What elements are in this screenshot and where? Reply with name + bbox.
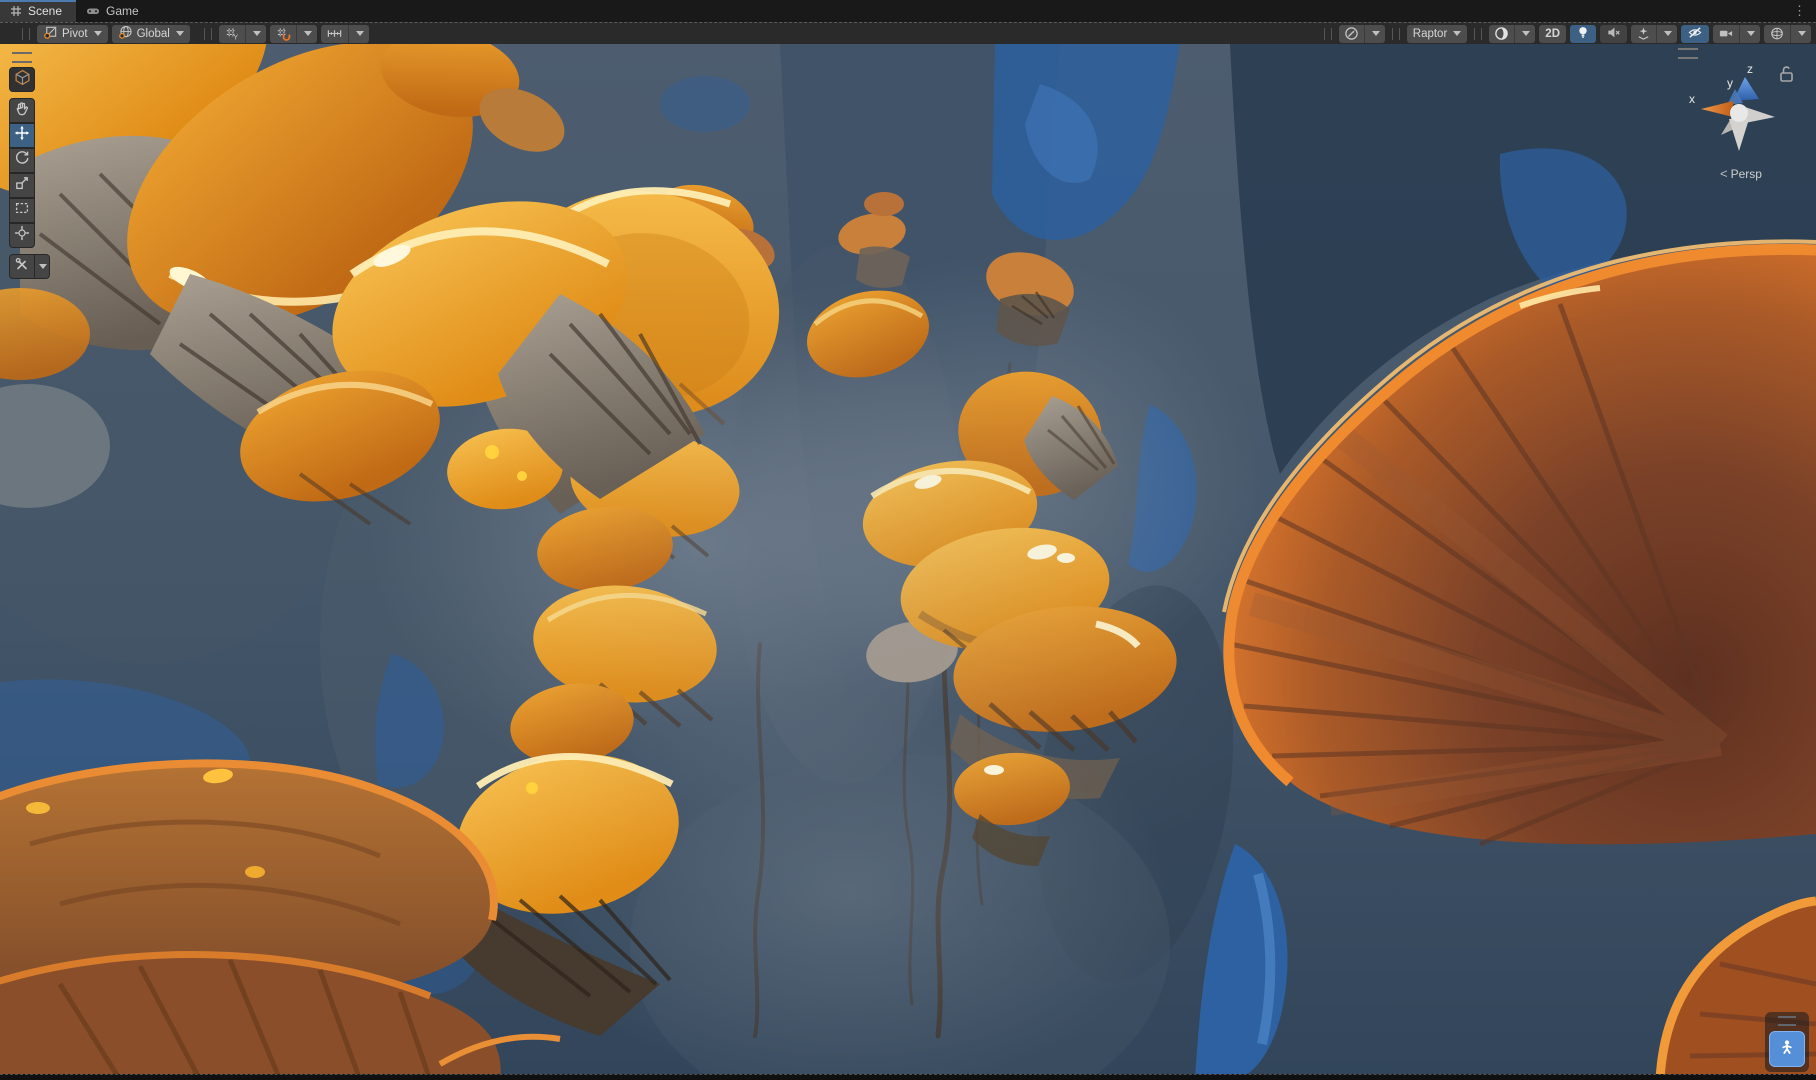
camera-mode-button[interactable] — [1339, 25, 1385, 43]
lightbulb-icon — [1576, 25, 1590, 43]
rect-dashed-icon — [14, 200, 30, 221]
chevron-down-icon[interactable] — [296, 25, 317, 43]
right-cone[interactable] — [1745, 107, 1775, 123]
viewport-bottom-edge — [0, 1074, 1816, 1080]
tab-bar: Scene Game ⋮ — [0, 0, 1816, 22]
eye-slash-icon — [1687, 25, 1703, 43]
tab-scene[interactable]: Scene — [0, 0, 76, 22]
scene-viewport[interactable]: z y x < Persp — [0, 44, 1816, 1080]
chevron-down-icon[interactable] — [348, 25, 369, 43]
increment-snap-button[interactable] — [321, 25, 369, 43]
cube-icon — [14, 69, 31, 91]
shaded-sphere-icon — [1489, 25, 1514, 43]
tab-scene-label: Scene — [28, 4, 62, 18]
tab-game-label: Game — [106, 4, 139, 18]
pivot-dropdown[interactable]: Pivot — [37, 25, 108, 43]
grid-snap-magnet-icon — [270, 25, 296, 43]
toolbar-drag-handle[interactable] — [1324, 28, 1332, 40]
person-agent-icon — [1778, 1038, 1796, 1061]
tab-game[interactable]: Game — [76, 0, 153, 22]
toolbar-drag-handle[interactable] — [1392, 28, 1400, 40]
speaker-muted-icon — [1606, 25, 1621, 43]
gizmo-drag-handle[interactable] — [1678, 48, 1698, 59]
orientation-gizmo[interactable]: z y x < Persp — [1676, 48, 1806, 181]
scale-box-icon — [14, 175, 30, 196]
grid-snap-button[interactable] — [270, 25, 317, 43]
tool-view-cube[interactable] — [9, 67, 35, 92]
chevron-down-icon[interactable] — [1790, 25, 1811, 43]
tool-move[interactable] — [9, 123, 35, 148]
toolbar-drag-handle[interactable] — [22, 28, 30, 40]
compass-needle-icon — [1339, 25, 1364, 43]
tool-transform[interactable] — [9, 223, 35, 248]
tab-overflow-menu[interactable]: ⋮ — [1783, 0, 1816, 22]
tool-custom[interactable] — [9, 254, 35, 279]
chevron-down-icon[interactable] — [1739, 25, 1760, 43]
grid-axis-button[interactable]: Y — [219, 25, 266, 43]
axis-gizmo[interactable]: z y x — [1681, 59, 1801, 159]
2d-label: 2D — [1545, 28, 1560, 40]
draw-mode-button[interactable] — [1489, 25, 1535, 43]
gizmos-button[interactable] — [1764, 25, 1811, 43]
pivot-handle-icon — [43, 25, 58, 43]
tool-rect[interactable] — [9, 198, 35, 223]
chevron-down-icon — [176, 31, 184, 36]
chevron-down-icon[interactable] — [1514, 25, 1535, 43]
x-axis-label: x — [1689, 92, 1695, 106]
toolbar-drag-handle[interactable] — [1474, 28, 1482, 40]
chevron-left-icon: < — [1720, 166, 1728, 181]
orientation-label: Global — [137, 28, 170, 40]
transform-combined-icon — [14, 225, 30, 246]
orientation-dropdown[interactable]: Global — [112, 25, 190, 43]
gamepad-icon — [86, 5, 100, 17]
scene-visibility-toggle[interactable] — [1681, 25, 1709, 43]
chevron-down-icon[interactable] — [245, 25, 266, 43]
bottom-right-overlay — [1765, 1012, 1809, 1072]
audio-toggle[interactable] — [1600, 25, 1627, 43]
grid-axis-icon: Y — [219, 25, 245, 43]
wrench-icon — [14, 256, 30, 277]
effects-button[interactable] — [1631, 25, 1677, 43]
projection-label: Persp — [1731, 167, 1762, 181]
chevron-down-icon[interactable] — [1656, 25, 1677, 43]
scene-grid-icon — [10, 5, 22, 17]
lighting-toggle[interactable] — [1570, 25, 1596, 43]
pivot-label: Pivot — [62, 28, 88, 40]
rotate-circle-icon — [14, 150, 30, 171]
video-camera-icon — [1713, 25, 1739, 43]
unity-scene-view: Scene Game ⋮ Pivot Global — [0, 0, 1816, 1080]
scene-render — [0, 44, 1816, 1080]
camera-profile-dropdown[interactable]: Raptor — [1407, 25, 1468, 43]
tools-drag-handle[interactable] — [12, 52, 32, 63]
sparkle-layers-icon — [1631, 25, 1656, 43]
x-axis-cone[interactable] — [1701, 101, 1733, 117]
scene-toolbar: Pivot Global Y — [0, 22, 1816, 44]
chevron-down-icon — [94, 31, 102, 36]
padlock-unlocked-icon[interactable] — [1781, 67, 1792, 81]
hand-icon — [14, 100, 30, 121]
overlay-drag-handle[interactable] — [1778, 1016, 1796, 1026]
tool-pan[interactable] — [9, 98, 35, 123]
tool-scale[interactable] — [9, 173, 35, 198]
camera-settings-button[interactable] — [1713, 25, 1760, 43]
chevron-down-icon — [1453, 31, 1461, 36]
chevron-down-icon[interactable] — [1364, 25, 1385, 43]
down-cone[interactable] — [1729, 119, 1749, 151]
globe-icon — [118, 25, 133, 43]
increment-snap-ruler-icon — [321, 25, 348, 43]
y-axis-label: y — [1727, 76, 1733, 90]
gizmo-center[interactable] — [1730, 104, 1748, 122]
tools-overlay — [9, 50, 50, 279]
svg-text:Y: Y — [233, 35, 238, 41]
camera-profile-label: Raptor — [1413, 28, 1448, 40]
projection-toggle[interactable]: < Persp — [1676, 166, 1806, 181]
z-axis-label: z — [1747, 62, 1753, 76]
move-arrows-icon — [14, 125, 30, 146]
toolbar-drag-handle[interactable] — [204, 28, 212, 40]
2d-toggle[interactable]: 2D — [1539, 25, 1566, 43]
agent-toggle-button[interactable] — [1769, 1031, 1805, 1067]
gizmo-sphere-icon — [1764, 25, 1790, 43]
tool-custom-dropdown[interactable] — [35, 254, 50, 279]
tool-rotate[interactable] — [9, 148, 35, 173]
